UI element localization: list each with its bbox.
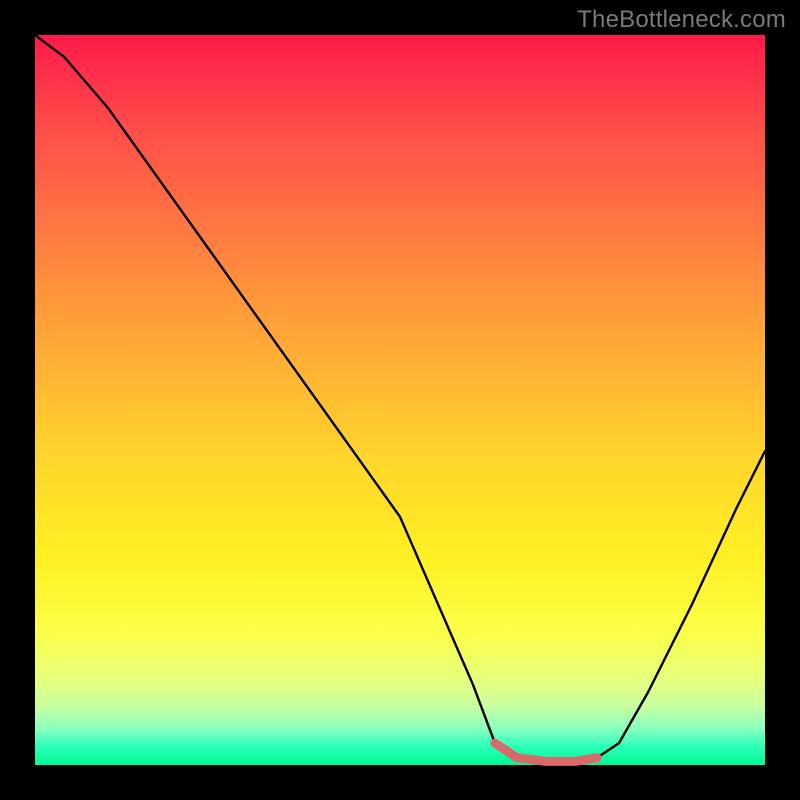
bottleneck-curve: [35, 35, 765, 761]
sweet-spot-highlight: [495, 743, 597, 761]
chart-plot-area: [35, 35, 765, 765]
watermark-text: TheBottleneck.com: [577, 6, 786, 34]
chart-svg: [35, 35, 765, 765]
chart-frame: TheBottleneck.com: [0, 0, 800, 800]
